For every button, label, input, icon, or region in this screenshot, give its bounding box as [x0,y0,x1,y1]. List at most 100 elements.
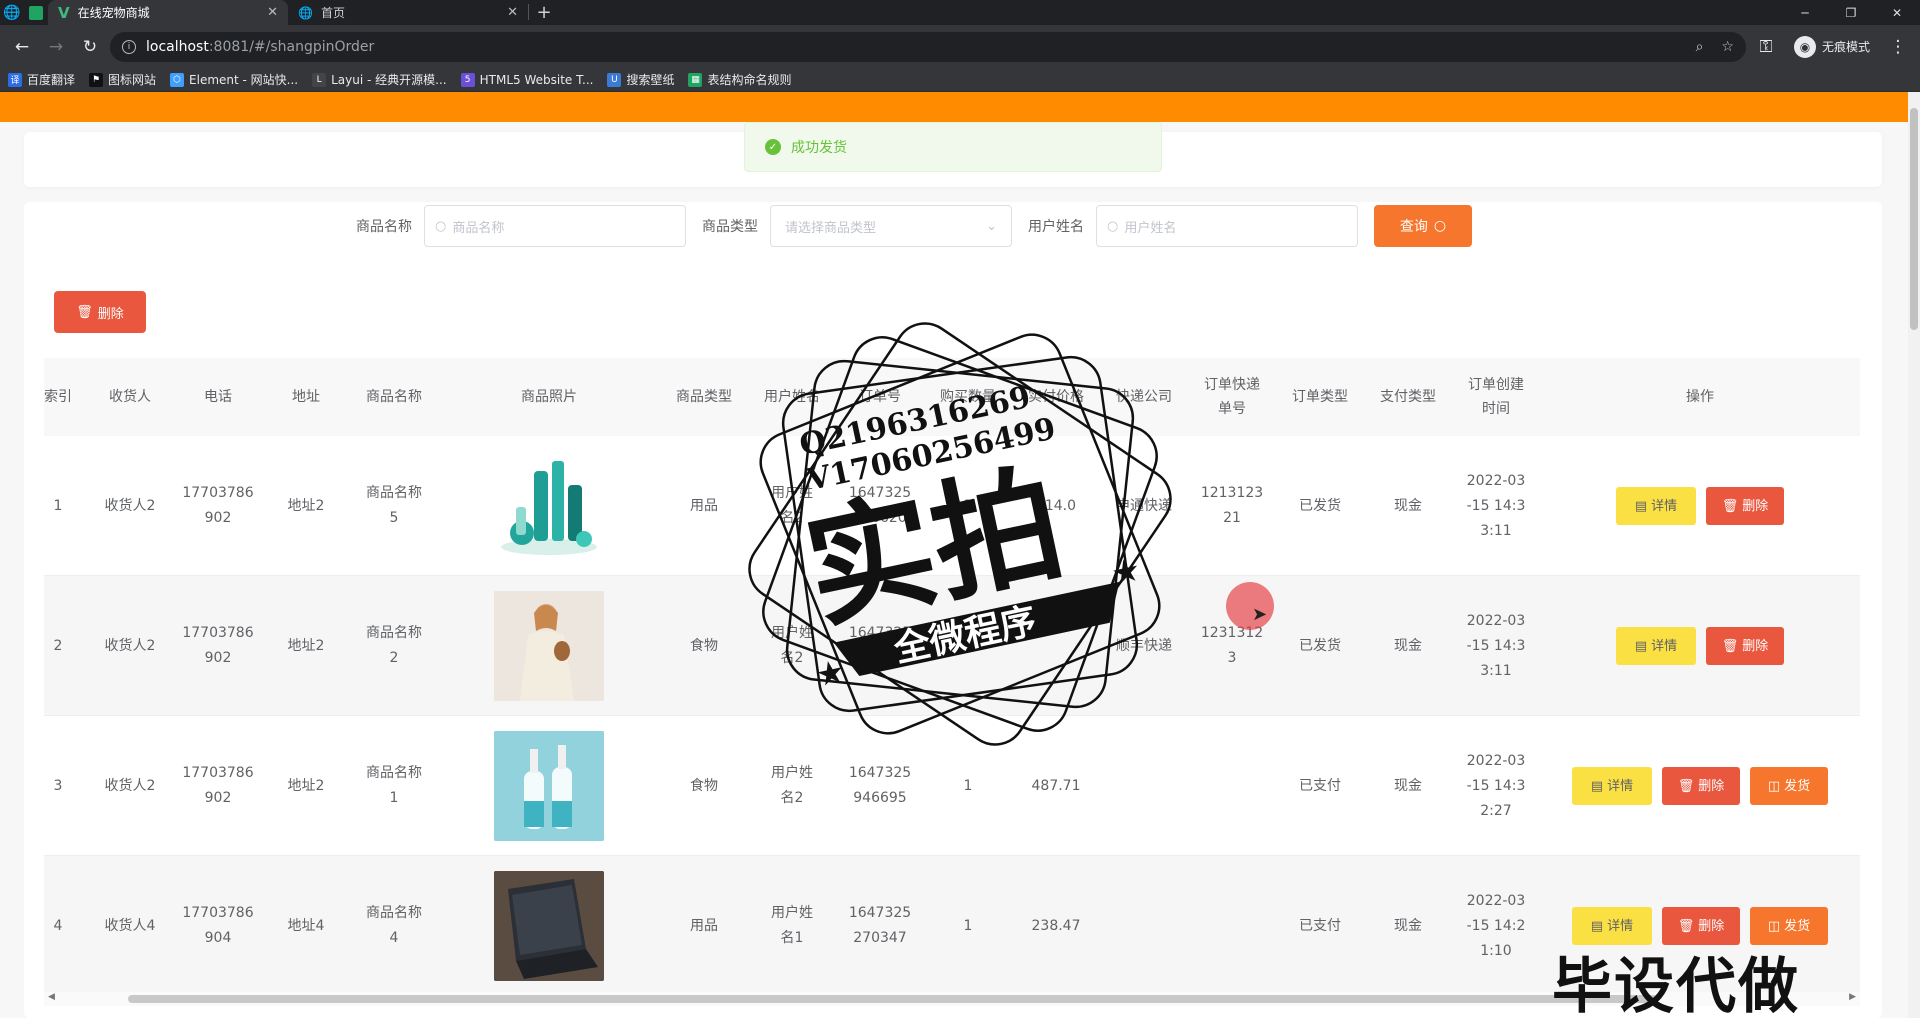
tab-pet-mall[interactable]: V 在线宠物商城 ✕ [48,0,288,25]
cell-courier [1100,856,1188,994]
chevron-down-icon: ⌄ [986,218,997,234]
query-button[interactable]: 查询 ○ [1374,205,1472,247]
scroll-right-icon[interactable]: ▶ [1849,992,1856,1002]
col-header-type: 商品类型 [676,389,732,405]
search-icon: ○ [435,218,447,234]
bulk-delete-button[interactable]: 🗑 删除 [54,291,146,333]
bookmarks-bar: 译百度翻译 ⚑ 图标网站 ⬡ Element - 网站快... L Layui - 经… [0,68,1920,92]
bookmark-item[interactable]: 译百度翻译 [8,71,75,88]
product-type-select[interactable]: 请选择商品类型 ⌄ [770,205,1012,247]
table-row: 2 收货人2 17703786902 地址2 商品名称2 食物 用户姓名2 16… [44,576,1860,716]
cell-tracking [1188,856,1276,994]
info-icon[interactable]: i [122,39,136,54]
col-header-pay-type: 支付类型 [1380,389,1436,405]
restore-icon[interactable]: ❐ [1828,0,1874,25]
product-type-label: 商品类型 [702,219,758,235]
minimize-icon[interactable]: ─ [1782,0,1828,25]
cell-user: 用户姓名2 [771,625,813,666]
cell-type: 用品 [690,497,718,514]
detail-button[interactable]: ▤ 详情 [1616,627,1696,665]
back-button[interactable]: ← [8,33,36,61]
key-icon[interactable]: ⚿ [1752,33,1780,61]
cell-qty [924,576,1012,716]
product-name-input[interactable]: ○ 商品名称 [424,205,686,247]
zoom-icon[interactable]: ⌕ [1696,39,1704,55]
scroll-left-icon[interactable]: ◀ [48,992,55,1002]
new-tab-button[interactable]: + [529,0,559,25]
vue-favicon-icon: V [58,3,70,22]
ship-button[interactable]: ◫ 发货 [1750,767,1828,805]
search-icon: ○ [1433,218,1447,234]
address-bar: ← → ↻ i localhost:8081/#/shangpinOrder ⌕… [0,25,1920,68]
globe-icon: 🌐 [298,5,313,20]
bookmark-item[interactable]: U 搜索壁纸 [607,71,674,88]
bookmark-item[interactable]: L Layui - 经典开源模... [312,71,447,88]
cell-type: 食物 [690,637,718,654]
cursor-icon: ➤ [1252,604,1268,625]
cell-phone: 17703786902 [182,765,254,806]
cell-index: 2 [53,637,63,654]
cell-price: 238.47 [1031,917,1081,934]
check-icon: ✓ [765,139,781,155]
bookmark-item[interactable]: ⚑ 图标网站 [89,71,156,88]
cell-created: 2022-03-15 14:32:27 [1466,752,1526,819]
box-icon: ◫ [1767,918,1781,934]
success-toast: ✓ 成功发货 [744,122,1162,172]
cell-created: 2022-03-15 14:33:11 [1466,612,1526,679]
user-name-label: 用户姓名 [1028,219,1084,235]
detail-button[interactable]: ▤ 详情 [1572,767,1652,805]
close-icon[interactable]: ✕ [267,5,278,20]
user-name-input[interactable]: ○ 用户姓名 [1096,205,1358,247]
cell-receiver: 收货人2 [104,497,156,514]
vertical-scroll-thumb[interactable] [1910,108,1918,330]
cosmetics-photo [494,451,604,561]
layui-icon: L [312,72,327,87]
col-header-product: 商品名称 [366,389,422,405]
star-icon[interactable]: ☆ [1721,39,1734,55]
cell-photo [438,576,660,716]
cell-order-no: 1647325270347 [848,905,912,946]
incognito-badge[interactable]: ◉ 无痕模式 [1786,35,1878,58]
page-content: ✓ 成功发货 商品名称 ○ 商品名称 商品类型 请选择商品类型 ⌄ 用户姓名 ○… [0,92,1920,1018]
delete-button[interactable]: 🗑 删除 [1662,767,1740,805]
delete-button[interactable]: 🗑 删除 [1706,627,1784,665]
menu-dots-icon[interactable]: ⋮ [1884,33,1912,61]
cell-phone: 17703786902 [182,485,254,526]
forward-button[interactable]: → [42,33,70,61]
col-header-order-no: 订单号 [859,389,901,405]
bookmark-item[interactable]: ⬡ Element - 网站快... [170,71,298,88]
reload-button[interactable]: ↻ [76,33,104,61]
cell-index: 4 [53,917,63,934]
delete-button[interactable]: 🗑 删除 [1706,487,1784,525]
app-favicon-icon[interactable] [24,0,48,25]
toast-message: 成功发货 [791,140,847,156]
close-icon[interactable]: ✕ [507,5,518,20]
vertical-scrollbar[interactable] [1908,92,1920,1018]
cell-qty: 1 [963,777,973,794]
bookmark-item[interactable]: ▦ 表结构命名规则 [688,71,791,88]
cell-product: 商品名称5 [366,485,422,526]
trash-icon: 🗑 [1677,918,1695,934]
cell-receiver: 收货人2 [104,777,156,794]
header-bar [0,92,1908,122]
col-header-index: 索引 [44,389,72,405]
cell-price: 487.71 [1031,777,1081,794]
cell-phone: 17703786904 [182,905,254,946]
cell-product: 商品名称4 [366,905,422,946]
col-header-price: 实付价格 [1028,389,1084,405]
detail-button[interactable]: ▤ 详情 [1616,487,1696,525]
close-window-icon[interactable]: ✕ [1874,0,1920,25]
globe-icon[interactable]: 🌐 [0,0,24,25]
col-header-address: 地址 [292,389,320,405]
col-header-courier: 快递公司 [1116,389,1172,405]
horizontal-scroll-thumb[interactable] [128,995,1658,1003]
url-input[interactable]: i localhost:8081/#/shangpinOrder ⌕ ☆ [110,31,1746,62]
product-name-label: 商品名称 [356,219,412,235]
bookmark-item[interactable]: 5 HTML5 Website T... [460,72,593,87]
cell-actions: ▤ 详情 🗑 删除 [1540,576,1860,716]
cell-price [1012,576,1100,716]
bottles-photo [494,731,604,841]
tab-home[interactable]: 🌐 首页 ✕ [288,0,528,25]
cell-actions: ▤ 详情 🗑 删除 [1540,436,1860,576]
cell-order-no: 1647325990 [848,625,912,666]
